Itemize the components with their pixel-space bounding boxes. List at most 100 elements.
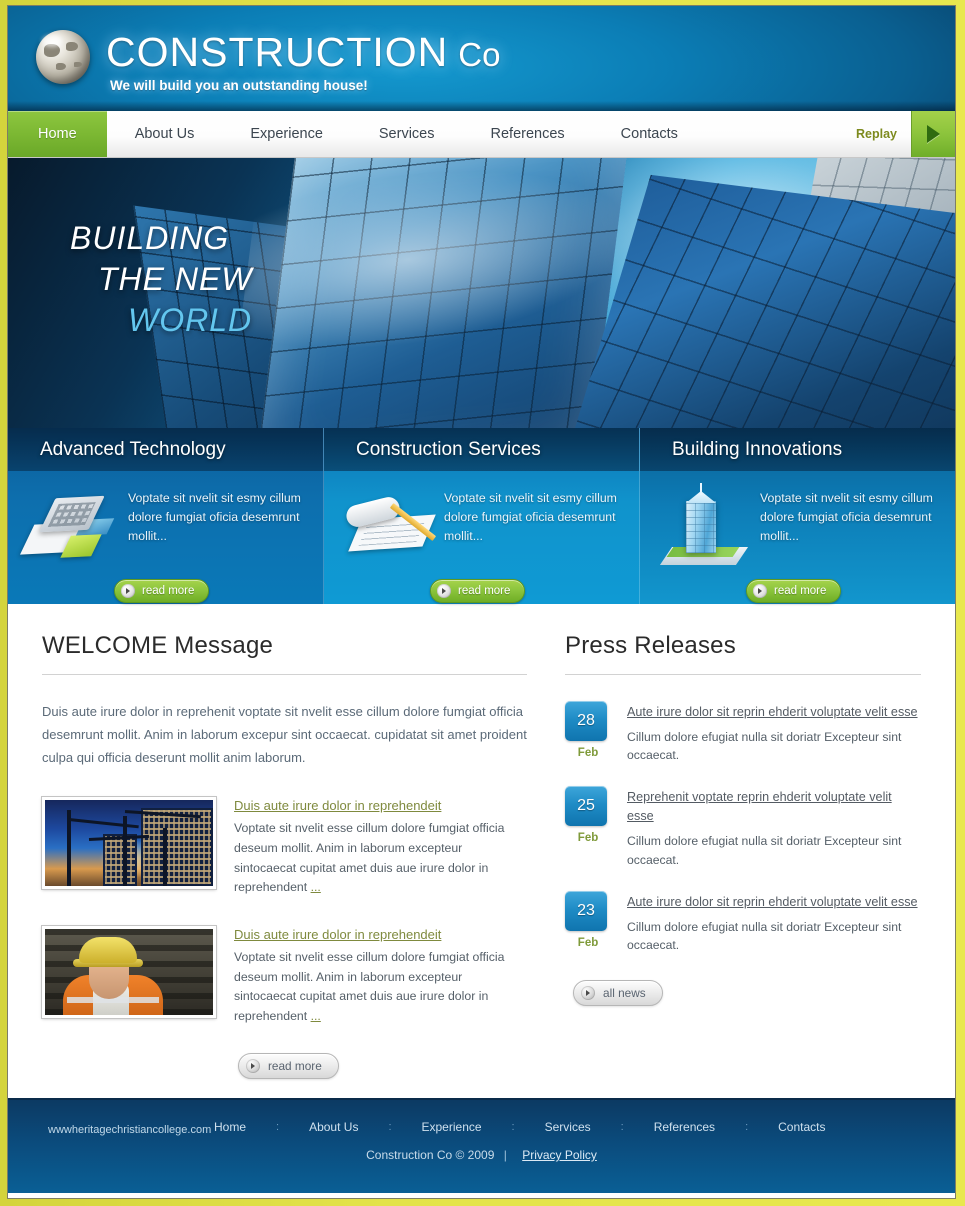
welcome-heading-rest: Message <box>167 632 274 659</box>
replay-link[interactable]: Replay <box>842 111 911 157</box>
article-more-link[interactable]: ... <box>311 1009 321 1023</box>
feature-title-bar: Building Innovations <box>640 428 955 471</box>
footer-link-services[interactable]: Services <box>515 1120 621 1134</box>
copyright-text: Construction Co © 2009 <box>366 1148 495 1162</box>
nav-item-about-us[interactable]: About Us <box>107 111 223 157</box>
press-text: Cillum dolore efugiat nulla sit doriatr … <box>627 834 902 867</box>
press-month: Feb <box>577 747 599 759</box>
nav-item-experience[interactable]: Experience <box>222 111 351 157</box>
press-text: Cillum dolore efugiat nulla sit doriatr … <box>627 919 902 953</box>
divider <box>42 674 528 675</box>
list-item: Duis aute irure dolor in reprehendeit Vo… <box>41 796 527 898</box>
list-item: 25 Feb Reprehenit voptate reprin ehderit… <box>565 786 921 868</box>
globe-icon <box>36 30 90 84</box>
hero-line-2: THE NEW <box>98 260 253 297</box>
footer-link-contacts[interactable]: Contacts <box>748 1120 855 1134</box>
footer-navigation: Home : About Us : Experience : Services … <box>184 1120 931 1134</box>
article-text: Voptate sit nvelit esse cillum dolore fu… <box>234 948 527 1027</box>
list-item-body: Aute irure dolor sit reprin ehderit volu… <box>627 701 921 764</box>
nav-item-home[interactable]: Home <box>8 111 107 157</box>
read-more-label: read more <box>268 1058 322 1073</box>
hero-banner: BUILDING THE NEW WORLD <box>8 158 955 428</box>
feature-body: Voptate sit nvelit sit esmy cillum dolor… <box>640 471 955 567</box>
copyright-pipe: | <box>503 1148 507 1162</box>
construction-cranes-photo[interactable] <box>41 796 217 891</box>
article-title-link[interactable]: Duis aute irure dolor in reprehendeit <box>234 798 441 813</box>
article-more-link[interactable]: ... <box>311 880 321 894</box>
press-title-link[interactable]: Reprehenit voptate reprin ehderit volupt… <box>627 788 921 826</box>
press-day: 25 <box>565 786 608 827</box>
blueprint-pencil-icon <box>340 489 437 567</box>
press-date: 23 Feb <box>565 890 611 954</box>
site-titles: CONSTRUCTION Co We will build you an outs… <box>106 29 501 94</box>
main-navigation: Home About Us Experience Services Refere… <box>8 111 955 158</box>
site-tagline: We will build you an outstanding house! <box>110 78 368 93</box>
nav-item-references[interactable]: References <box>463 111 593 157</box>
site-title-main: CONSTRUCTION <box>106 29 449 75</box>
footer-link-references[interactable]: References <box>624 1120 745 1134</box>
feature-title-bar: Advanced Technology <box>8 428 323 471</box>
list-item-body: Aute irure dolor sit reprin ehderit volu… <box>627 891 921 954</box>
nav-item-contacts[interactable]: Contacts <box>593 111 706 157</box>
read-more-button[interactable]: read more <box>238 1052 339 1079</box>
feature-text: Voptate sit nvelit sit esmy cillum dolor… <box>444 491 617 544</box>
footer-link-experience[interactable]: Experience <box>392 1120 512 1134</box>
press-title-link[interactable]: Aute irure dolor sit reprin ehderit volu… <box>627 893 921 912</box>
feature-read-more-button[interactable]: read more <box>430 579 526 603</box>
feature-title: Advanced Technology <box>40 438 226 460</box>
footer-link-about-us[interactable]: About Us <box>279 1120 388 1134</box>
logo[interactable]: CONSTRUCTION Co We will build you an outs… <box>36 30 500 93</box>
feature-columns: Advanced Technology Voptate sit nvelit s… <box>8 428 955 604</box>
all-news-button[interactable]: all news <box>573 980 663 1007</box>
list-item-body: Duis aute irure dolor in reprehendeit Vo… <box>234 797 527 898</box>
press-button-row: all news <box>573 980 921 1007</box>
feature-text: Voptate sit nvelit sit esmy cillum dolor… <box>760 491 933 544</box>
list-item: 23 Feb Aute irure dolor sit reprin ehder… <box>565 890 921 954</box>
feature-construction-services: Construction Services Voptate sit nvelit… <box>324 428 640 604</box>
welcome-heading-strong: WELCOME <box>42 632 168 659</box>
play-button[interactable] <box>911 111 955 157</box>
press-month: Feb <box>577 832 599 845</box>
feature-read-more-label: read more <box>458 585 511 597</box>
feature-title: Building Innovations <box>672 438 843 460</box>
list-item: Duis aute irure dolor in reprehendeit Vo… <box>41 924 527 1027</box>
press-day: 23 <box>565 890 608 931</box>
press-month: Feb <box>577 936 599 949</box>
feature-body: Voptate sit nvelit sit esmy cillum dolor… <box>8 471 323 567</box>
article-text-body: Voptate sit nvelit esse cillum dolore fu… <box>234 949 505 1023</box>
press-title-link[interactable]: Aute irure dolor sit reprin ehderit volu… <box>627 703 921 722</box>
article-title-link[interactable]: Duis aute irure dolor in reprehendeit <box>234 927 441 942</box>
feature-title: Construction Services <box>356 438 541 460</box>
site-footer: wwwheritagechristiancollege.com Home : A… <box>8 1098 955 1193</box>
feature-read-more-label: read more <box>774 585 827 597</box>
page: CONSTRUCTION Co We will build you an outs… <box>8 6 955 1198</box>
arrow-bullet-icon <box>437 584 451 598</box>
list-item-body: Reprehenit voptate reprin ehderit volupt… <box>627 786 921 868</box>
play-triangle-icon <box>927 125 940 143</box>
feature-read-more-button[interactable]: read more <box>114 579 210 603</box>
hero-headline: BUILDING THE NEW WORLD <box>70 218 253 341</box>
worker-hardhat-photo[interactable] <box>41 924 217 1019</box>
footer-copyright: Construction Co © 2009 | Privacy Policy <box>8 1148 955 1162</box>
arrow-bullet-icon <box>581 986 596 1001</box>
privacy-policy-link[interactable]: Privacy Policy <box>522 1148 597 1162</box>
calculator-documents-icon <box>20 489 120 567</box>
site-title-suffix: Co <box>458 36 501 73</box>
nav-item-services[interactable]: Services <box>351 111 463 157</box>
glass-tower-icon <box>656 483 752 567</box>
feature-building-innovations: Building Innovations Voptate sit nvelit … <box>640 428 955 604</box>
press-heading: Press Releases <box>565 632 736 659</box>
arrow-bullet-icon <box>753 584 767 598</box>
site-header: CONSTRUCTION Co We will build you an outs… <box>8 6 955 111</box>
feature-text: Voptate sit nvelit sit esmy cillum dolor… <box>128 491 301 544</box>
footer-link-home[interactable]: Home <box>184 1120 276 1134</box>
arrow-bullet-icon <box>246 1058 260 1073</box>
welcome-heading: WELCOME Message <box>42 632 527 674</box>
hero-building-left <box>253 158 633 428</box>
press-date: 28 Feb <box>565 701 611 764</box>
welcome-button-row: read more <box>238 1052 527 1079</box>
article-text: Voptate sit nvelit esse cillum dolore fu… <box>234 819 527 898</box>
feature-body: Voptate sit nvelit sit esmy cillum dolor… <box>324 471 639 567</box>
feature-read-more-button[interactable]: read more <box>746 579 842 603</box>
